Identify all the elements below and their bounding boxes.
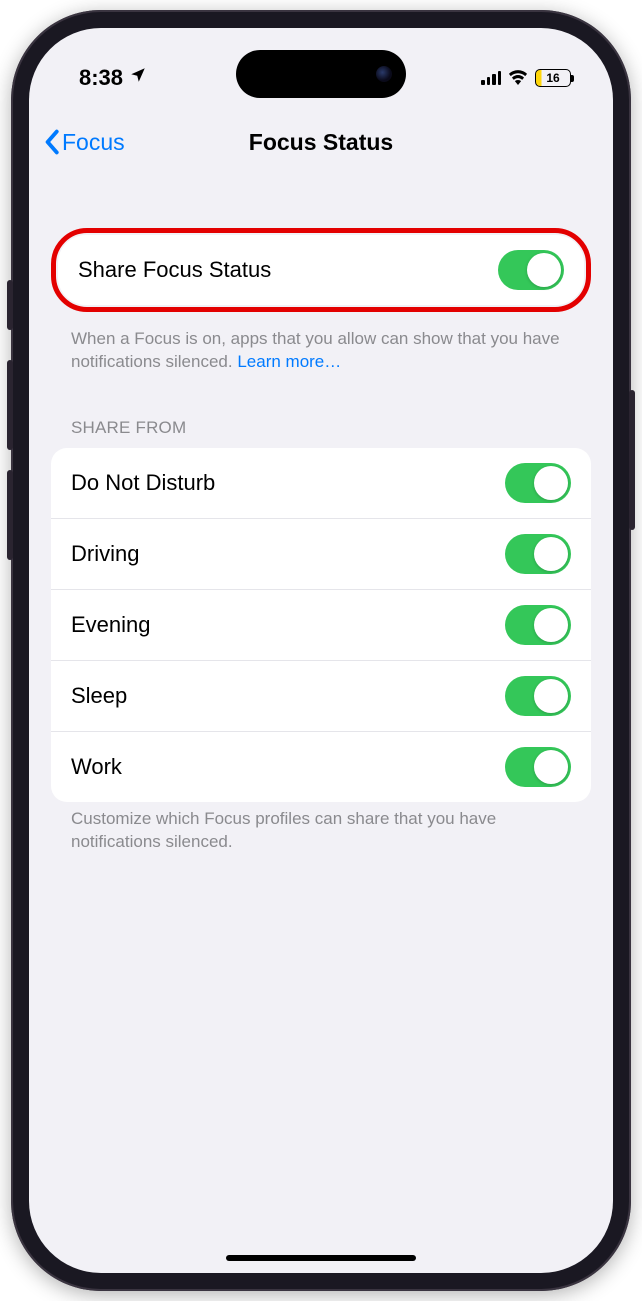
- volume-down-button: [7, 470, 13, 560]
- learn-more-link[interactable]: Learn more…: [237, 352, 341, 371]
- nav-bar: Focus Focus Status: [29, 114, 613, 170]
- status-time: 8:38: [79, 65, 123, 91]
- list-item: Driving: [51, 518, 591, 589]
- dynamic-island: [236, 50, 406, 98]
- focus-label: Work: [71, 754, 122, 780]
- focus-label: Evening: [71, 612, 151, 638]
- share-focus-status-label: Share Focus Status: [78, 257, 271, 283]
- battery-icon: 16: [535, 69, 571, 87]
- location-icon: [129, 66, 147, 90]
- focus-label: Do Not Disturb: [71, 470, 215, 496]
- battery-percentage: 16: [536, 69, 570, 87]
- focus-label: Sleep: [71, 683, 127, 709]
- driving-toggle[interactable]: [505, 534, 571, 574]
- cellular-signal-icon: [481, 71, 501, 85]
- content: Share Focus Status When a Focus is on, a…: [29, 188, 613, 1273]
- side-button: [7, 280, 13, 330]
- list-item: Sleep: [51, 660, 591, 731]
- highlight-annotation: Share Focus Status: [51, 228, 591, 312]
- work-toggle[interactable]: [505, 747, 571, 787]
- list-item: Work: [51, 731, 591, 802]
- screen: 8:38 16 Focus Fo: [29, 28, 613, 1273]
- focus-label: Driving: [71, 541, 139, 567]
- share-focus-status-group: Share Focus Status: [58, 235, 584, 305]
- home-indicator[interactable]: [226, 1255, 416, 1261]
- share-from-header: Share From: [51, 374, 591, 448]
- volume-up-button: [7, 360, 13, 450]
- evening-toggle[interactable]: [505, 605, 571, 645]
- wifi-icon: [507, 65, 529, 91]
- sleep-toggle[interactable]: [505, 676, 571, 716]
- share-focus-status-footer: When a Focus is on, apps that you allow …: [51, 322, 591, 374]
- phone-frame: 8:38 16 Focus Fo: [11, 10, 631, 1291]
- chevron-left-icon: [43, 129, 60, 155]
- list-item: Evening: [51, 589, 591, 660]
- share-from-footer: Customize which Focus profiles can share…: [51, 802, 591, 854]
- do-not-disturb-toggle[interactable]: [505, 463, 571, 503]
- power-button: [629, 390, 635, 530]
- back-button[interactable]: Focus: [43, 129, 125, 156]
- share-focus-status-toggle[interactable]: [498, 250, 564, 290]
- share-from-group: Do Not Disturb Driving Evening Sleep Wor…: [51, 448, 591, 802]
- list-item: Do Not Disturb: [51, 448, 591, 518]
- share-focus-status-row: Share Focus Status: [58, 235, 584, 305]
- front-camera-icon: [376, 66, 392, 82]
- back-label: Focus: [62, 129, 125, 156]
